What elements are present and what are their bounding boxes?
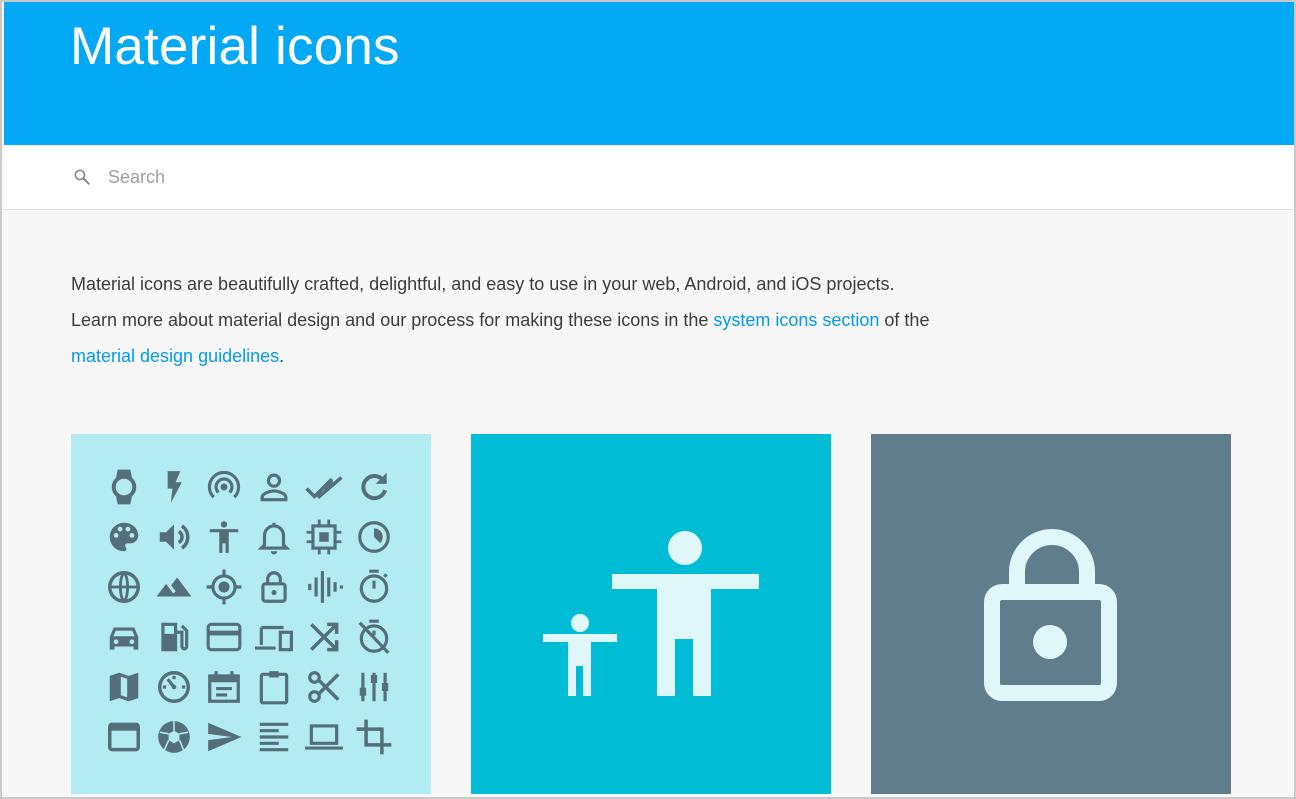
av-timer-icon — [158, 671, 190, 703]
shuffle-icon — [310, 622, 339, 652]
devices-icon — [255, 625, 293, 652]
people-accessibility-icon — [543, 531, 759, 696]
icon-grid — [99, 462, 403, 766]
content-cut-icon — [308, 671, 340, 703]
watch-icon — [111, 469, 137, 505]
camera-icon — [158, 721, 190, 753]
send-icon — [208, 722, 242, 752]
memory-icon — [306, 519, 342, 555]
intro-line-3-suffix: . — [279, 346, 285, 366]
crop-icon — [356, 719, 392, 755]
lock-open-card[interactable] — [871, 434, 1231, 794]
map-icon — [109, 672, 139, 702]
system-icons-section-link[interactable]: system icons section — [713, 310, 879, 330]
search-bar — [4, 145, 1294, 210]
laptop-icon — [305, 724, 343, 750]
accessibility-icon — [209, 521, 239, 553]
intro-line-2-prefix: Learn more about material design and our… — [71, 310, 714, 330]
search-input[interactable] — [108, 163, 708, 191]
credit-card-icon — [206, 622, 242, 652]
wifi-tethering-icon — [207, 470, 241, 499]
tune-icon — [359, 672, 389, 702]
notifications-none-icon — [257, 522, 291, 555]
intro-line-1: Material icons are beautifully crafted, … — [71, 274, 895, 294]
page-title: Material icons — [70, 17, 400, 76]
material-design-guidelines-link[interactable]: material design guidelines — [71, 346, 279, 366]
lock-outline-icon — [261, 571, 287, 603]
timer-icon — [359, 569, 389, 603]
intro-text: Material icons are beautifully crafted, … — [71, 266, 1171, 374]
intro-line-2: Learn more about material design and our… — [71, 302, 1171, 338]
page-header: Material icons — [4, 2, 1294, 145]
web-asset-icon — [108, 722, 140, 752]
assignment-icon — [259, 671, 289, 705]
format-align-left-icon — [259, 722, 289, 752]
volume-up-icon — [159, 524, 190, 550]
palette-icon — [109, 522, 139, 552]
gps-fixed-icon — [206, 569, 242, 605]
refresh-icon — [361, 472, 387, 501]
terrain-icon — [156, 577, 192, 597]
browser-frame: Material icons Material icons are beauti… — [0, 0, 1296, 799]
icon-grid-card[interactable] — [71, 434, 431, 794]
intro-line-2-suffix: of the — [879, 310, 930, 330]
lock-open-icon — [984, 529, 1117, 701]
person-outline-icon — [260, 473, 288, 502]
search-icon[interactable] — [72, 167, 92, 187]
local-gas-station-icon — [161, 622, 189, 652]
done-all-icon — [305, 476, 343, 499]
graphic-eq-icon — [308, 571, 343, 603]
timelapse-icon — [358, 521, 390, 553]
flash-icon — [167, 471, 182, 503]
timer-off-icon — [358, 619, 390, 654]
public-icon — [108, 571, 140, 603]
event-note-icon — [208, 671, 240, 703]
directions-car-icon — [109, 627, 139, 650]
intro-line-3: material design guidelines. — [71, 338, 1171, 374]
accessibility-card[interactable] — [471, 434, 831, 794]
